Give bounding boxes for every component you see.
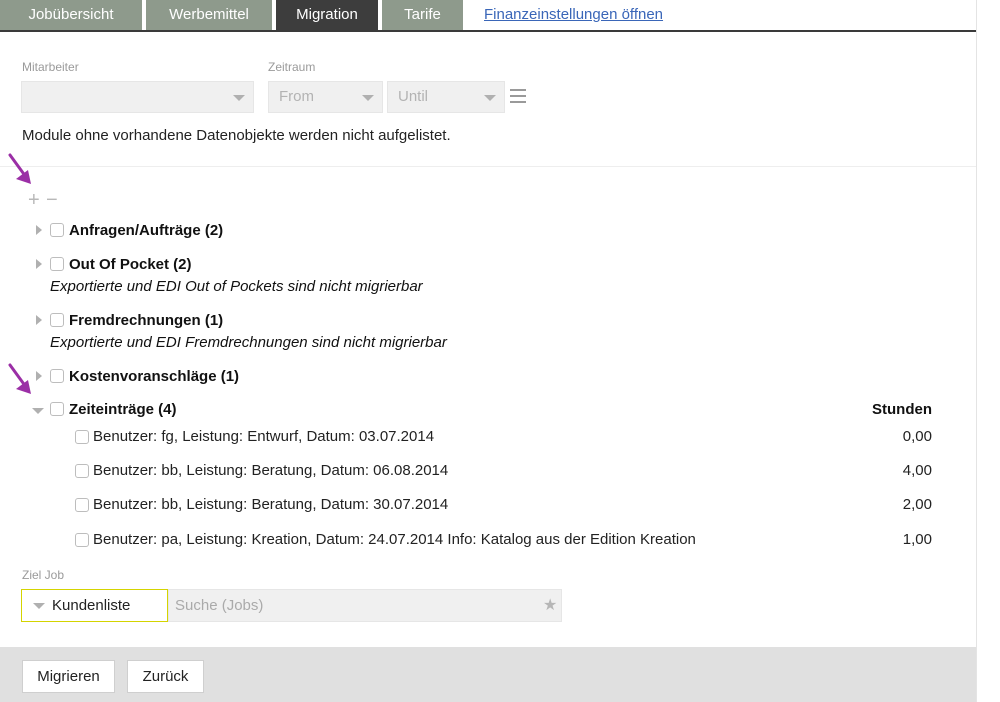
from-select-value: From [279, 88, 314, 105]
chevron-down-icon [233, 95, 245, 101]
module-checkbox[interactable] [50, 223, 64, 237]
star-icon[interactable]: ★ [543, 595, 557, 615]
module-checkbox[interactable] [50, 257, 64, 271]
expand-toggle-icon[interactable] [36, 259, 42, 269]
until-select-value: Until [398, 88, 429, 105]
expand-all-button[interactable]: + [28, 190, 40, 210]
period-label: Zeitraum [268, 60, 316, 74]
tab-migration[interactable]: Migration [276, 0, 378, 30]
tab-tarife[interactable]: Tarife [382, 0, 463, 30]
module-checkbox[interactable] [50, 369, 64, 383]
hours-column-header: Stunden [872, 401, 932, 418]
collapse-toggle-icon[interactable] [32, 408, 44, 414]
expand-toggle-icon[interactable] [36, 225, 42, 235]
annotation-arrow-icon [8, 153, 31, 184]
module-checkbox[interactable] [50, 313, 64, 327]
time-entry-hours: 0,00 [902, 428, 932, 445]
until-select[interactable]: Until [387, 81, 505, 113]
annotation-arrow-icon [8, 363, 31, 394]
module-anfragen-label: Anfragen/Aufträge (2) [69, 222, 224, 239]
time-entry-label: Benutzer: pa, Leistung: Kreation, Datum:… [93, 531, 696, 548]
expand-toggle-icon[interactable] [36, 371, 42, 381]
time-entry-label: Benutzer: bb, Leistung: Beratung, Datum:… [93, 496, 449, 513]
chevron-down-icon [362, 95, 374, 101]
module-fremdrechnungen-label: Fremdrechnungen (1) [69, 312, 224, 329]
from-select[interactable]: From [268, 81, 383, 113]
menu-icon[interactable] [510, 89, 526, 103]
expand-toggle-icon[interactable] [36, 315, 42, 325]
module-out-of-pocket-note: Exportierte und EDI Out of Pockets sind … [50, 278, 423, 295]
entry-checkbox[interactable] [75, 498, 89, 512]
time-entry-hours: 4,00 [902, 462, 932, 479]
tab-jobuebersicht[interactable]: Jobübersicht [0, 0, 142, 30]
time-entry-label: Benutzer: bb, Leistung: Beratung, Datum:… [93, 462, 449, 479]
tab-bar: Jobübersicht Werbemittel Migration Tarif… [0, 0, 976, 32]
module-out-of-pocket-label: Out Of Pocket (2) [69, 256, 192, 273]
tab-werbemittel[interactable]: Werbemittel [146, 0, 272, 30]
employee-label: Mitarbeiter [22, 60, 79, 74]
migrate-button[interactable]: Migrieren [22, 660, 115, 693]
customer-list-dropdown[interactable]: Kundenliste [21, 589, 168, 622]
target-job-label: Ziel Job [22, 568, 65, 582]
module-kostenvoranschlaege-label: Kostenvoranschläge (1) [69, 368, 240, 385]
chevron-down-icon [33, 603, 45, 609]
divider [0, 166, 976, 167]
right-border [976, 0, 977, 702]
back-button[interactable]: Zurück [127, 660, 204, 693]
info-note: Module ohne vorhandene Datenobjekte werd… [22, 127, 451, 144]
finance-settings-link[interactable]: Finanzeinstellungen öffnen [484, 0, 663, 30]
time-entry-hours: 2,00 [902, 496, 932, 513]
module-zeiteintraege-label: Zeiteinträge (4) [69, 401, 177, 418]
collapse-all-button[interactable]: − [46, 190, 58, 210]
module-fremdrechnungen-note: Exportierte und EDI Fremdrechnungen sind… [50, 334, 447, 351]
module-checkbox[interactable] [50, 402, 64, 416]
time-entry-label: Benutzer: fg, Leistung: Entwurf, Datum: … [93, 428, 435, 445]
entry-checkbox[interactable] [75, 533, 89, 547]
chevron-down-icon [484, 95, 496, 101]
entry-checkbox[interactable] [75, 430, 89, 444]
job-search-input[interactable]: Suche (Jobs) [168, 589, 562, 622]
employee-select[interactable] [21, 81, 254, 113]
entry-checkbox[interactable] [75, 464, 89, 478]
customer-list-value: Kundenliste [52, 597, 131, 614]
time-entry-hours: 1,00 [902, 531, 932, 548]
